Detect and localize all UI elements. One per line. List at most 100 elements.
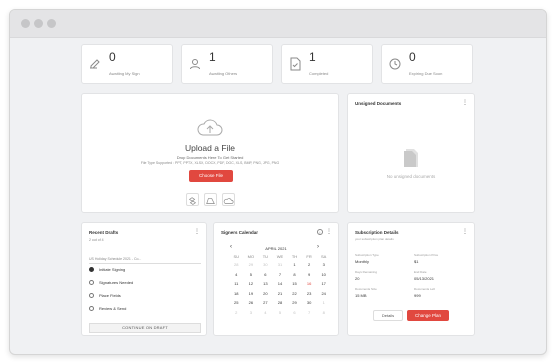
continue-on-draft-button[interactable]: CONTINUE ON DRAFT — [89, 323, 201, 333]
calendar-day[interactable]: 31 — [273, 260, 288, 270]
calendar-day[interactable]: 9 — [302, 270, 317, 280]
subscription-subtitle: your subscription plan details — [355, 237, 394, 241]
stat-label: Awaiting My Sign — [109, 71, 140, 76]
calendar-day[interactable]: 19 — [244, 289, 259, 299]
calendar-day[interactable]: 12 — [244, 279, 259, 289]
field-value: Monthly — [355, 258, 370, 264]
calendar-day[interactable]: 10 — [316, 270, 331, 280]
calendar-day[interactable]: 30 — [302, 298, 317, 308]
stat-value: 1 — [209, 50, 216, 64]
calendar-day[interactable]: 7 — [273, 270, 288, 280]
calendar-day[interactable]: 5 — [273, 308, 288, 318]
field-subscription-price: Subscription Price $1 — [414, 253, 438, 264]
calendar-day[interactable]: 29 — [244, 260, 259, 270]
drafts-count: 2 out of 4 — [89, 238, 104, 242]
stat-completed[interactable]: 1 Completed — [281, 44, 373, 84]
calendar-day[interactable]: 7 — [302, 308, 317, 318]
field-key: Subscription Price — [414, 253, 439, 257]
calendar-day[interactable]: 3 — [244, 308, 259, 318]
calendar-day[interactable]: 6 — [287, 308, 302, 318]
calendar-day[interactable]: 18 — [229, 289, 244, 299]
onedrive-source-button[interactable] — [222, 193, 235, 206]
calendar-day[interactable]: 4 — [229, 270, 244, 280]
calendar-day[interactable]: 27 — [258, 298, 273, 308]
stat-expiring-due-soon[interactable]: 0 Expiring Due Soon — [381, 44, 473, 84]
more-menu-icon[interactable]: ⋮ — [326, 229, 332, 235]
field-key: Days Remaining — [355, 270, 378, 274]
choose-file-button[interactable]: Choose File — [189, 170, 233, 182]
step-initiate-signing: Initiate Signing — [89, 267, 125, 273]
field-key: Documents Left — [414, 287, 436, 291]
title-bar — [10, 10, 546, 38]
dropbox-source-button[interactable] — [186, 193, 199, 206]
change-plan-button[interactable]: Change Plan — [407, 310, 449, 321]
info-icon[interactable]: i — [317, 229, 323, 235]
calendar-day[interactable]: 4 — [258, 308, 273, 318]
calendar-day[interactable]: 22 — [287, 289, 302, 299]
calendar-day[interactable]: 1 — [287, 260, 302, 270]
calendar-day[interactable]: 14 — [273, 279, 288, 289]
calendar-day[interactable]: 23 — [302, 289, 317, 299]
next-month-icon[interactable]: › — [317, 244, 319, 250]
recent-drafts-title: Recent Drafts — [89, 230, 119, 235]
stat-value: 0 — [409, 50, 416, 64]
cloud-upload-icon — [197, 119, 223, 136]
calendar-day[interactable]: 8 — [316, 308, 331, 318]
calendar-title: Signers Calendar — [221, 230, 259, 235]
calendar-day[interactable]: 28 — [273, 298, 288, 308]
empty-state-text: No unsigned documents — [386, 174, 436, 179]
stat-label: Completed — [309, 71, 329, 76]
google-drive-source-button[interactable] — [204, 193, 217, 206]
calendar-day[interactable]: 29 — [287, 298, 302, 308]
stat-label: Expiring Due Soon — [409, 71, 443, 76]
calendar-day[interactable]: 6 — [258, 270, 273, 280]
calendar-day[interactable]: 30 — [258, 260, 273, 270]
details-button[interactable]: Details — [373, 310, 403, 321]
more-menu-icon[interactable]: ⋮ — [194, 229, 200, 235]
field-subscription-type: Subscription Type Monthly — [355, 253, 379, 264]
calendar-day[interactable]: 26 — [244, 298, 259, 308]
more-menu-icon[interactable]: ⋮ — [462, 229, 468, 235]
google-drive-icon — [206, 198, 215, 204]
calendar-day[interactable]: 2 — [302, 260, 317, 270]
signers-calendar-card: Signers Calendar i ⋮ ‹ APRIL 2021 › SU M… — [213, 222, 339, 336]
weekday-label: WE — [276, 254, 284, 259]
calendar-day[interactable]: 5 — [244, 270, 259, 280]
calendar-day[interactable]: 24 — [316, 289, 331, 299]
calendar-day[interactable]: 28 — [229, 260, 244, 270]
step-signatures-needed: Signatures Needed — [89, 280, 133, 286]
calendar-day[interactable]: 15 — [287, 279, 302, 289]
onedrive-icon — [223, 198, 234, 204]
weekday-label: TU — [262, 254, 269, 259]
upload-title: Upload a File — [184, 143, 236, 153]
calendar-day[interactable]: 13 — [258, 279, 273, 289]
calendar-day[interactable]: 21 — [273, 289, 288, 299]
field-documents-size: Documents Size 15 MB — [355, 287, 377, 298]
weekday-label: SA — [321, 254, 327, 259]
pen-paper-icon — [90, 59, 100, 69]
field-documents-left: Documents Left 999 — [414, 287, 435, 298]
calendar-day[interactable]: 20 — [258, 289, 273, 299]
calendar-day[interactable]: 11 — [229, 279, 244, 289]
stat-value: 0 — [109, 50, 116, 64]
stat-awaiting-my-sign[interactable]: 0 Awaiting My Sign — [81, 44, 173, 84]
more-menu-icon[interactable]: ⋮ — [462, 100, 468, 106]
step-label: Review & Send — [99, 306, 127, 311]
step-label: Place Fields — [99, 293, 121, 298]
calendar-day[interactable]: 25 — [229, 298, 244, 308]
calendar-day[interactable]: 8 — [287, 270, 302, 280]
calendar-day[interactable]: 17 — [316, 279, 331, 289]
stat-awaiting-others[interactable]: 1 Awaiting Others — [181, 44, 273, 84]
weekday-label: FR — [306, 254, 312, 259]
step-status-icon — [89, 293, 94, 299]
weekday-label: MO — [247, 254, 255, 259]
step-status-icon — [89, 267, 94, 273]
draft-select[interactable]: US Holiday Schedule 2021 - Co... — [89, 255, 201, 264]
calendar-month: APRIL 2021 — [265, 246, 287, 251]
upload-dropzone[interactable]: Upload a File Drop Documents Here To Get… — [81, 93, 339, 213]
calendar-day[interactable]: 2 — [229, 308, 244, 318]
calendar-day-today[interactable]: 16 — [302, 279, 317, 289]
weekday-label: TH — [291, 254, 298, 259]
calendar-day[interactable]: 3 — [316, 260, 331, 270]
calendar-day[interactable]: 1 — [316, 298, 331, 308]
